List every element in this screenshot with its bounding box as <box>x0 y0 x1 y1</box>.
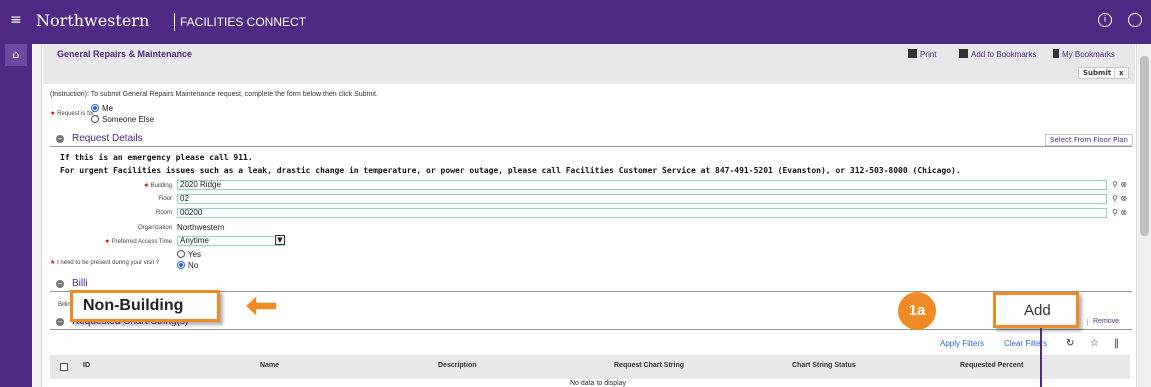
content-gutter <box>32 44 42 387</box>
radio-icon-selected[interactable] <box>91 104 99 112</box>
left-rail <box>0 44 32 387</box>
menu-icon[interactable]: ≡ <box>10 12 22 28</box>
radio-yes-label: Yes <box>188 250 202 259</box>
floor-input[interactable]: 02 <box>177 194 1107 204</box>
building-input[interactable]: 2020 Ridge <box>177 180 1107 190</box>
building-actions: ⚲ ⊗ <box>1112 180 1127 189</box>
room-label: Room <box>155 210 172 216</box>
col-requested-percent[interactable]: Requested Percent <box>960 362 1023 369</box>
bookmark-icon <box>1053 49 1059 58</box>
col-chart-string-status[interactable]: Chart String Status <box>792 362 856 369</box>
info-icon[interactable]: i <box>1098 13 1112 27</box>
access-time-select[interactable]: Anytime <box>177 236 285 246</box>
bookmark-add-icon <box>959 49 968 58</box>
separator: | <box>1086 318 1089 326</box>
columns-icon[interactable]: ‖ <box>1114 338 1119 349</box>
printer-icon <box>908 49 917 58</box>
arrow-left-icon <box>243 293 278 319</box>
search-icon[interactable]: ⚲ <box>1112 208 1118 217</box>
radio-me[interactable]: Me <box>91 104 113 113</box>
radio-icon[interactable] <box>177 250 185 258</box>
radio-icon[interactable] <box>91 115 99 123</box>
add-callout: Add <box>993 292 1079 328</box>
table-header: ID Name Description Request Chart String… <box>50 355 1130 379</box>
add-bookmark-button[interactable]: Add to Bookmarks <box>959 49 1036 59</box>
dropdown-arrow-icon[interactable]: ▼ <box>275 235 285 245</box>
star-icon[interactable]: ☆ <box>1090 338 1099 349</box>
search-icon[interactable]: ⚲ <box>1112 194 1118 203</box>
organization-value: Northwestern <box>177 223 225 232</box>
my-bookmarks-button[interactable]: My Bookmarks <box>1053 49 1115 59</box>
radio-me-label: Me <box>102 104 114 113</box>
radio-icon-selected[interactable] <box>177 261 185 269</box>
clear-icon[interactable]: ⊗ <box>1120 208 1127 217</box>
select-all-checkbox[interactable] <box>60 363 68 371</box>
brand-divider <box>174 13 175 31</box>
print-label: Print <box>920 50 937 59</box>
user-icon[interactable] <box>1128 13 1142 27</box>
page-header: General Repairs & Maintenance Print Add … <box>43 44 1135 84</box>
remove-button[interactable]: Remove <box>1093 318 1119 325</box>
empty-table-message: No data to display <box>570 380 627 387</box>
room-actions: ⚲ ⊗ <box>1112 208 1127 217</box>
radio-no-label: No <box>188 261 199 270</box>
access-time-label: ★ Preferred Access Time <box>104 239 172 245</box>
present-label: ★ I need to be present during your visit… <box>50 260 160 266</box>
top-bar: ≡ Northwestern FACILITIES CONNECT i <box>0 0 1151 44</box>
clear-icon[interactable]: ⊗ <box>1120 194 1127 203</box>
radio-someone-else[interactable]: Someone Else <box>91 115 154 124</box>
pointer-line <box>1040 328 1042 387</box>
emergency-notice: If this is an emergency please call 911. <box>60 153 253 162</box>
add-bookmark-label: Add to Bookmarks <box>971 50 1037 59</box>
brand-logo[interactable]: Northwestern <box>36 11 149 30</box>
radio-someone-else-label: Someone Else <box>102 115 155 124</box>
request-for-label: ★ Request is for <box>50 111 95 117</box>
select-floor-plan-button[interactable]: Select From Floor Plan <box>1045 134 1133 146</box>
floor-actions: ⚲ ⊗ <box>1112 194 1127 203</box>
building-label-text: Building <box>150 183 172 189</box>
collapse-icon[interactable]: − <box>56 135 64 143</box>
brand-subtitle: FACILITIES CONNECT <box>180 15 307 29</box>
scroll-thumb[interactable] <box>1140 56 1149 236</box>
radio-no[interactable]: No <box>177 261 198 270</box>
request-for-label-text: Request is for <box>57 111 95 117</box>
page-title: General Repairs & Maintenance <box>57 49 193 59</box>
submit-button[interactable]: Submit <box>1078 67 1117 79</box>
request-details-header[interactable]: − Request Details <box>50 133 1132 147</box>
apply-filters-link[interactable]: Apply Filters <box>940 339 984 348</box>
collapse-icon[interactable]: − <box>56 280 64 288</box>
col-id[interactable]: ID <box>83 362 90 369</box>
close-button[interactable]: x <box>1114 67 1129 79</box>
print-button[interactable]: Print <box>908 49 936 59</box>
refresh-icon[interactable]: ↻ <box>1066 338 1074 349</box>
my-bookmarks-label: My Bookmarks <box>1062 50 1115 59</box>
present-label-text: I need to be present during your visit ? <box>57 260 160 266</box>
organization-label: Organization <box>137 225 172 231</box>
step-badge: 1a <box>898 292 936 330</box>
building-label: ★ Building <box>143 183 172 189</box>
instruction-text: (Instruction): To submit General Repairs… <box>50 91 378 98</box>
clear-icon[interactable]: ⊗ <box>1120 180 1127 189</box>
access-time-label-text: Preferred Access Time <box>111 239 172 245</box>
radio-yes[interactable]: Yes <box>177 250 201 259</box>
collapse-icon[interactable]: − <box>56 318 64 326</box>
request-details-title: Request Details <box>72 133 143 144</box>
col-description[interactable]: Description <box>438 362 477 369</box>
col-name[interactable]: Name <box>260 362 279 369</box>
billing-title: Billi <box>72 278 88 289</box>
home-icon[interactable]: ⌂ <box>5 44 27 66</box>
non-building-callout: Non-Building <box>70 290 220 322</box>
non-building-text: Non-Building <box>83 297 184 314</box>
add-text: Add <box>1024 302 1051 319</box>
urgent-notice: For urgent Facilities issues such as a l… <box>60 166 961 175</box>
col-request-chart-string[interactable]: Request Chart String <box>614 362 684 369</box>
scrollbar[interactable] <box>1136 44 1151 387</box>
floor-label: Floor <box>158 196 172 202</box>
room-input[interactable]: 00200 <box>177 208 1107 218</box>
search-icon[interactable]: ⚲ <box>1112 180 1118 189</box>
